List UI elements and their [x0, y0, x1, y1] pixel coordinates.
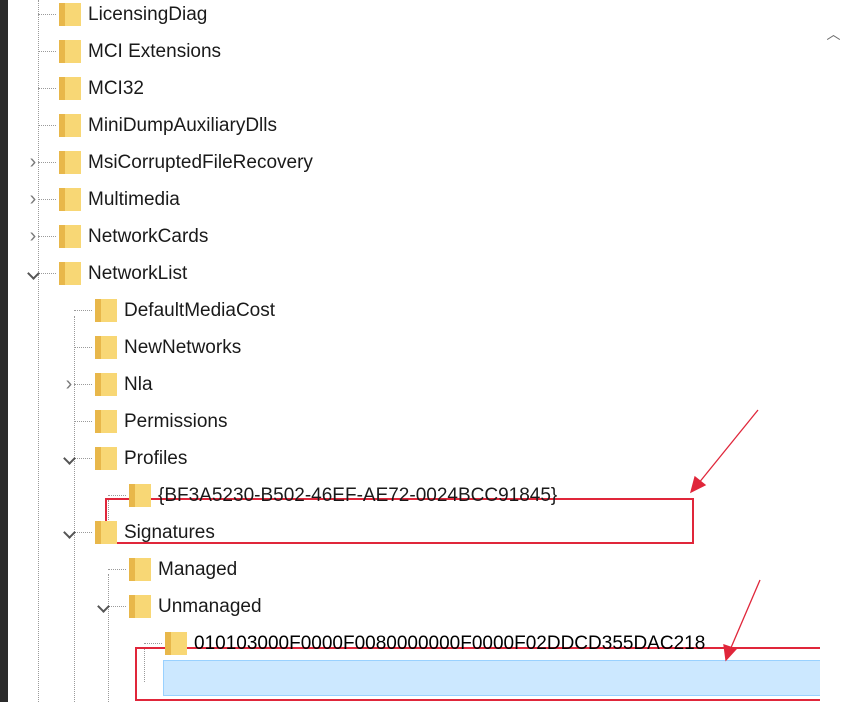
- tree-item-signatures[interactable]: Signatures: [8, 514, 820, 551]
- folder-icon: [94, 518, 118, 545]
- folder-icon: [58, 222, 82, 249]
- tree-item-profiles[interactable]: Profiles: [8, 440, 820, 477]
- chevron-right-icon[interactable]: [24, 226, 42, 246]
- tree-connector: [38, 125, 56, 126]
- tree-item-label: Profiles: [124, 448, 188, 469]
- tree-item-msicorruptedfilerecovery[interactable]: MsiCorruptedFileRecovery: [8, 144, 820, 181]
- chevron-right-icon[interactable]: [24, 189, 42, 209]
- folder-icon: [164, 629, 188, 656]
- tree-item-newnetworks[interactable]: NewNetworks: [8, 329, 820, 366]
- tree-item-managed[interactable]: Managed: [8, 551, 820, 588]
- chevron-right-icon[interactable]: [24, 152, 42, 172]
- folder-icon: [58, 0, 82, 27]
- folder-icon: [94, 333, 118, 360]
- tree-item-label: NetworkList: [88, 263, 188, 284]
- tree-item-label: Unmanaged: [158, 596, 262, 617]
- chevron-down-icon[interactable]: [60, 448, 78, 468]
- folder-icon: [58, 37, 82, 64]
- tree-connector: [108, 569, 126, 570]
- chevron-down-icon[interactable]: [94, 596, 112, 616]
- folder-icon: [128, 555, 152, 582]
- tree-connector: [74, 421, 92, 422]
- chevron-down-icon[interactable]: [24, 263, 42, 283]
- folder-icon: [58, 259, 82, 286]
- chevron-down-icon[interactable]: [60, 522, 78, 542]
- tree-item-label: LicensingDiag: [88, 4, 208, 25]
- tree-item-label: Signatures: [124, 522, 215, 543]
- folder-icon: [58, 148, 82, 175]
- folder-icon: [58, 185, 82, 212]
- vertical-scrollbar[interactable]: ︿: [820, 0, 847, 702]
- tree-item-defaultmediacost[interactable]: DefaultMediaCost: [8, 292, 820, 329]
- folder-icon: [128, 481, 152, 508]
- tree-item-label: {BF3A5230-B502-46EF-AE72-0024BCC91845}: [158, 485, 558, 506]
- chevron-right-icon[interactable]: [60, 374, 78, 394]
- tree-item-bf3a5230-b502-46ef-ae72-0024bcc91845[interactable]: {BF3A5230-B502-46EF-AE72-0024BCC91845}: [8, 477, 820, 514]
- tree-item-label: MCI32: [88, 78, 144, 99]
- tree-item-label: MCI Extensions: [88, 41, 222, 62]
- tree-item-010103000f0000f0080000000f0000f02ddcd355[interactable]: 010103000F0000F0080000000F0000F02DDCD355…: [8, 625, 820, 662]
- tree-item-networklist[interactable]: NetworkList: [8, 255, 820, 292]
- folder-icon: [94, 370, 118, 397]
- folder-icon: [128, 592, 152, 619]
- tree-item-mci32[interactable]: MCI32: [8, 70, 820, 107]
- tree-item-label: DefaultMediaCost: [124, 300, 276, 321]
- tree-connector: [144, 643, 162, 644]
- tree-item-mci-extensions[interactable]: MCI Extensions: [8, 33, 820, 70]
- tree-connector: [38, 88, 56, 89]
- tree-connector: [74, 310, 92, 311]
- window-left-edge: [0, 0, 8, 702]
- tree-connector: [108, 495, 126, 496]
- folder-icon: [94, 407, 118, 434]
- chevron-up-icon[interactable]: ︿: [820, 24, 847, 44]
- tree-item-label: MsiCorruptedFileRecovery: [88, 152, 313, 173]
- tree-item-label: NetworkCards: [88, 226, 209, 247]
- tree-item-label: Managed: [158, 559, 238, 580]
- tree-item-licensingdiag[interactable]: LicensingDiag: [8, 0, 820, 33]
- folder-icon: [58, 111, 82, 138]
- tree-item-networkcards[interactable]: NetworkCards: [8, 218, 820, 255]
- tree-item-label: 010103000F0000F0080000000F0000F02DDCD355…: [194, 633, 706, 654]
- tree-item-label: Multimedia: [88, 189, 180, 210]
- folder-icon: [94, 296, 118, 323]
- tree-item-unmanaged[interactable]: Unmanaged: [8, 588, 820, 625]
- tree-item-multimedia[interactable]: Multimedia: [8, 181, 820, 218]
- registry-tree-view[interactable]: LicensingDiag MCI Extensions MCI32 MiniDump…: [8, 0, 820, 702]
- tree-item-label: NewNetworks: [124, 337, 242, 358]
- tree-item-nla[interactable]: Nla: [8, 366, 820, 403]
- tree-item-label: Nla: [124, 374, 153, 395]
- tree-item-label: Permissions: [124, 411, 228, 432]
- tree-item-minidumpauxiliarydlls[interactable]: MiniDumpAuxiliaryDlls: [8, 107, 820, 144]
- tree-connector: [74, 347, 92, 348]
- folder-icon: [94, 444, 118, 471]
- tree-item-permissions[interactable]: Permissions: [8, 403, 820, 440]
- folder-icon: [58, 74, 82, 101]
- tree-connector: [38, 14, 56, 15]
- tree-connector: [38, 51, 56, 52]
- tree-item-label: MiniDumpAuxiliaryDlls: [88, 115, 277, 136]
